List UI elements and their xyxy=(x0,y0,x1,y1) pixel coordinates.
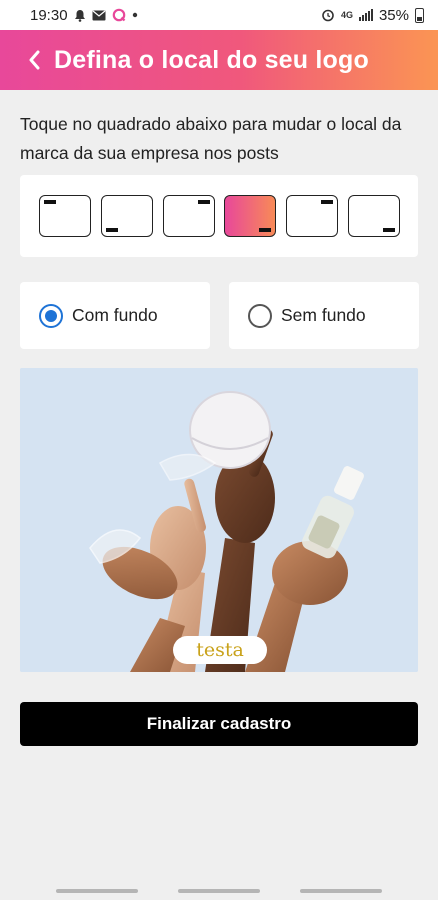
position-option-top-right[interactable] xyxy=(162,195,215,237)
app-header: Defina o local do seu logo xyxy=(0,30,438,90)
signal-icon xyxy=(358,9,373,21)
page-title: Defina o local do seu logo xyxy=(54,45,369,74)
battery-icon xyxy=(415,7,424,23)
post-preview: testa xyxy=(20,368,418,672)
position-option-bottom-left[interactable] xyxy=(100,195,153,237)
option-with-background-label: Com fundo xyxy=(72,305,158,325)
position-marker xyxy=(105,228,118,232)
nav-back[interactable] xyxy=(300,889,382,893)
system-navigation-bar xyxy=(0,880,438,900)
instructions-text: Toque no quadrado abaixo para mudar o lo… xyxy=(20,114,402,163)
position-option-bottom-right-selected[interactable] xyxy=(224,195,277,237)
position-marker xyxy=(382,228,395,232)
nav-recent-apps[interactable] xyxy=(56,889,138,893)
status-bar: 19:30 4G 35% xyxy=(0,0,438,30)
status-right: 4G 35% xyxy=(321,7,424,24)
finish-registration-button[interactable]: Finalizar cadastro xyxy=(20,702,418,746)
preview-photo xyxy=(20,368,418,672)
position-marker xyxy=(321,200,334,204)
option-without-background[interactable]: Sem fundo xyxy=(229,282,419,349)
nav-home[interactable] xyxy=(178,889,260,893)
app-icon xyxy=(112,8,126,22)
chevron-left-icon[interactable] xyxy=(24,46,44,74)
brand-logo-preview: testa xyxy=(173,636,267,664)
mail-icon xyxy=(92,10,106,21)
option-without-background-label: Sem fundo xyxy=(281,305,366,325)
dot-icon xyxy=(132,12,138,18)
notification-bell-icon xyxy=(74,9,86,22)
status-time: 19:30 xyxy=(30,6,68,24)
position-marker xyxy=(197,200,210,204)
position-option-bottom-right-alt[interactable] xyxy=(347,195,400,237)
radio-unchecked-icon[interactable] xyxy=(248,303,272,328)
position-option-top-right-alt[interactable] xyxy=(286,195,339,237)
status-left: 19:30 xyxy=(30,7,138,24)
logo-position-selector xyxy=(20,175,418,257)
alarm-icon xyxy=(321,8,335,22)
battery-percent: 35% xyxy=(378,6,409,24)
position-marker xyxy=(44,200,56,204)
position-option-top-left[interactable] xyxy=(39,195,91,237)
radio-checked-icon[interactable] xyxy=(39,303,63,328)
position-marker xyxy=(259,228,272,232)
option-with-background[interactable]: Com fundo xyxy=(20,282,210,349)
network-type: 4G xyxy=(340,10,353,20)
